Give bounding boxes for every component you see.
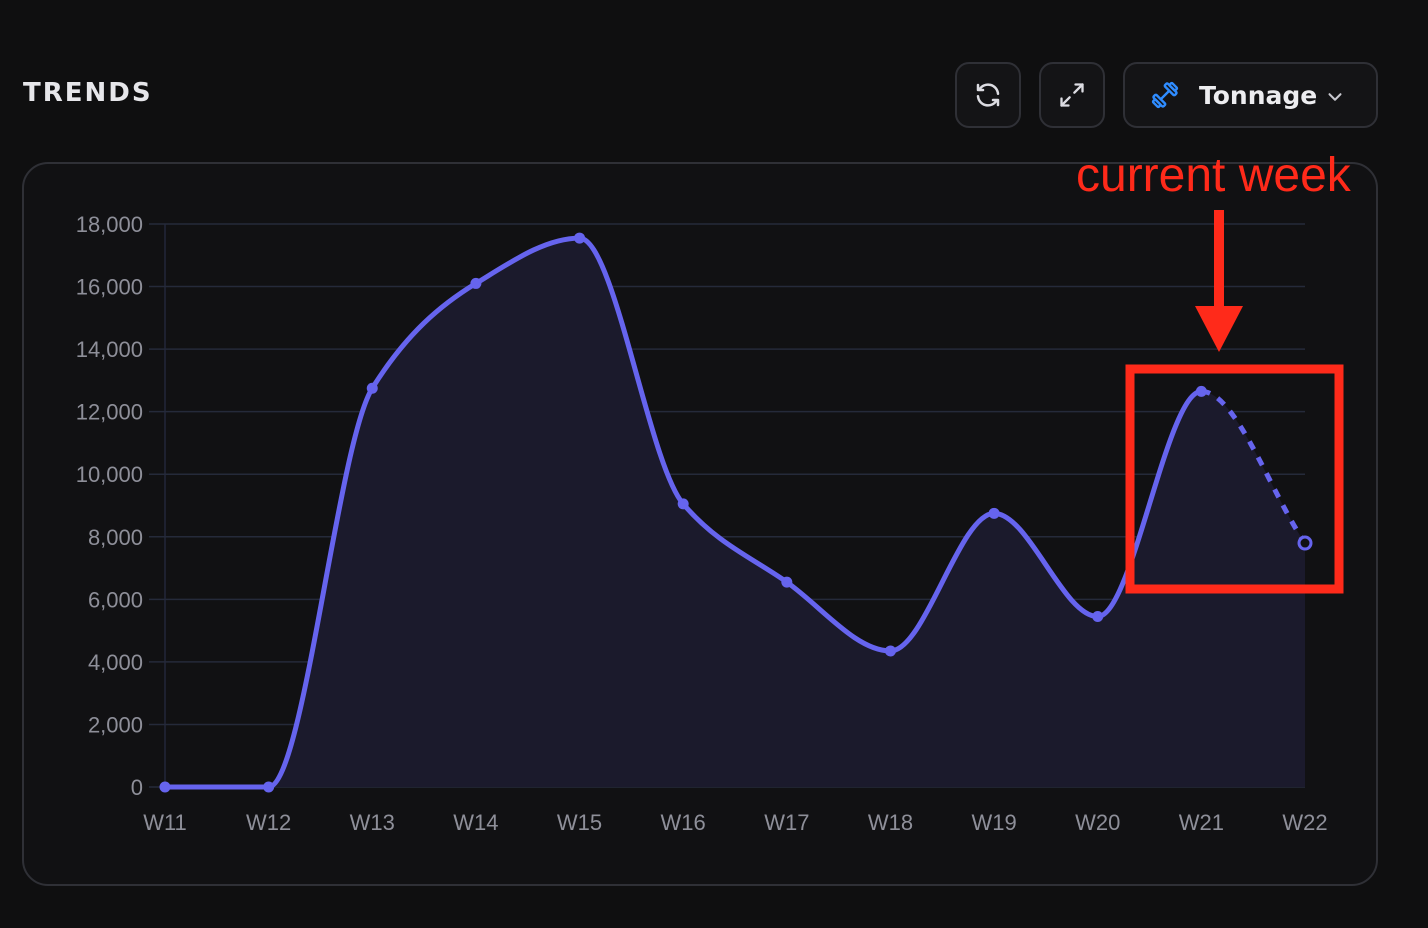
expand-button[interactable] xyxy=(1039,62,1105,128)
page-title: TRENDS xyxy=(23,78,153,108)
annotation-label: current week xyxy=(1076,149,1351,202)
chevron-down-icon xyxy=(1324,86,1346,108)
expand-icon xyxy=(1060,83,1084,107)
trends-page: TRENDS Tonnage 0 2,000 4,000 6,000 8,000… xyxy=(0,0,1428,928)
dumbbell-icon xyxy=(1149,79,1181,111)
metric-label: Tonnage xyxy=(1199,80,1318,110)
chart-card xyxy=(22,162,1378,886)
refresh-icon xyxy=(976,83,1000,107)
refresh-button[interactable] xyxy=(955,62,1021,128)
metric-dropdown[interactable]: Tonnage xyxy=(1123,62,1378,128)
